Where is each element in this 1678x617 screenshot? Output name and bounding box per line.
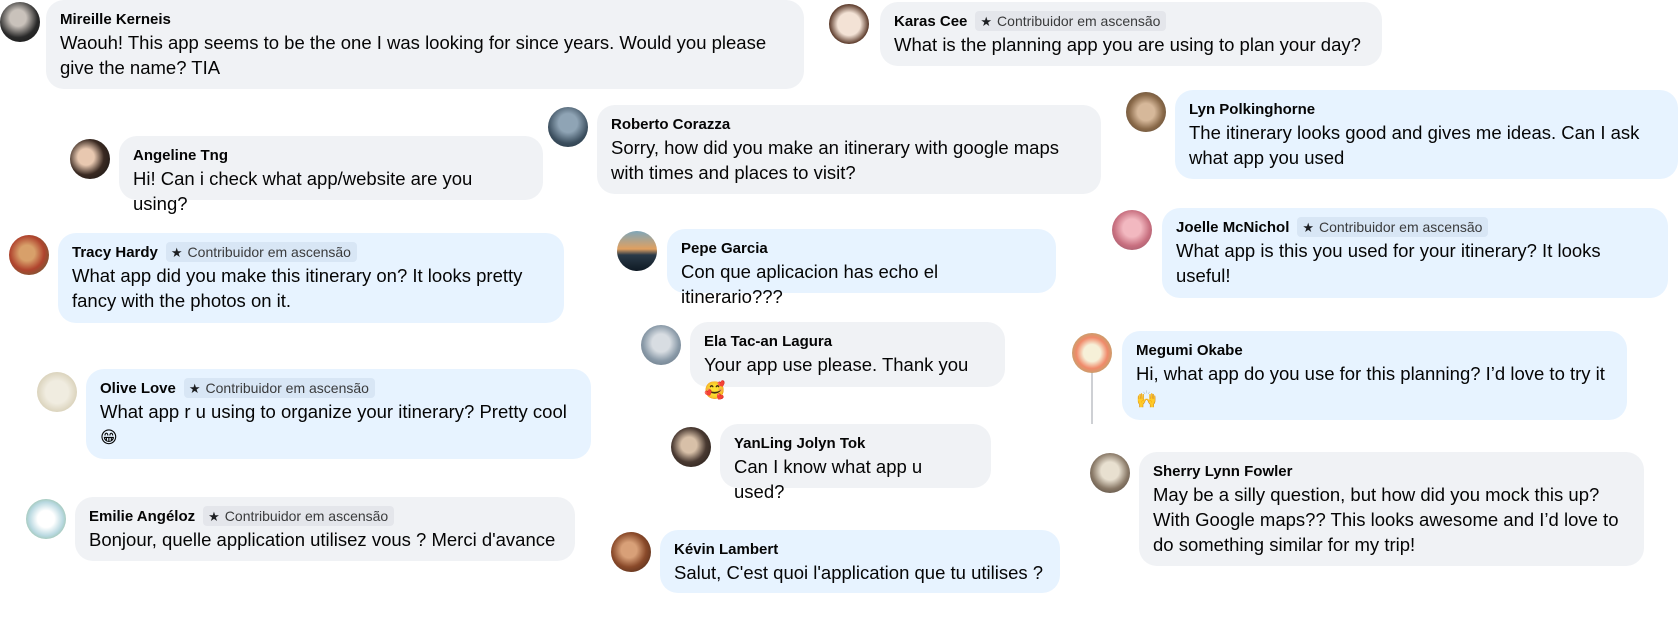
rising-contributor-badge: ★ Contribuidor em ascensão <box>1297 217 1489 237</box>
rising-contributor-badge: ★ Contribuidor em ascensão <box>165 242 357 262</box>
comment-text: Waouh! This app seems to be the one I wa… <box>60 32 767 78</box>
raising-hands-emoji: 🙌 <box>1136 390 1158 409</box>
commenter-name[interactable]: Tracy Hardy <box>72 244 158 261</box>
star-icon: ★ <box>1302 219 1315 235</box>
comment-bubble: Kévin Lambert Salut, C'est quoi l'applic… <box>660 530 1060 593</box>
avatar[interactable] <box>1072 333 1112 373</box>
avatar[interactable] <box>1112 210 1152 250</box>
commenter-name[interactable]: Pepe Garcia <box>681 240 768 257</box>
comment-bubble: Emilie Angéloz ★ Contribuidor em ascensão… <box>75 497 575 561</box>
commenter-name[interactable]: Angeline Tng <box>133 147 228 164</box>
comment-text: Your app use please. Thank you 🥰 <box>704 354 969 400</box>
rising-contributor-badge: ★ Contribuidor em ascensão <box>183 378 375 398</box>
commenter-name[interactable]: Lyn Polkinghorne <box>1189 101 1315 118</box>
avatar[interactable] <box>1126 92 1166 132</box>
comment-text: Sorry, how did you make an itinerary wit… <box>611 137 1059 183</box>
comment-bubble: Lyn Polkinghorne The itinerary looks goo… <box>1175 90 1678 179</box>
comment-text: Hi, what app do you use for this plannin… <box>1136 363 1605 409</box>
star-icon: ★ <box>980 13 993 29</box>
comment-bubble: Megumi Okabe Hi, what app do you use for… <box>1122 331 1627 420</box>
avatar[interactable] <box>829 4 869 44</box>
commenter-name[interactable]: Ela Tac-an Lagura <box>704 333 832 350</box>
avatar[interactable] <box>617 231 657 271</box>
avatar[interactable] <box>26 499 66 539</box>
comment-text: What app is this you used for your itine… <box>1176 240 1601 286</box>
avatar[interactable] <box>37 372 77 412</box>
comment-bubble: Sherry Lynn Fowler May be a silly questi… <box>1139 452 1644 566</box>
commenter-name[interactable]: Emilie Angéloz <box>89 508 195 525</box>
comment-bubble: Olive Love ★ Contribuidor em ascensão Wha… <box>86 369 591 459</box>
avatar[interactable] <box>1090 453 1130 493</box>
star-icon: ★ <box>208 508 220 524</box>
avatar[interactable] <box>671 427 711 467</box>
comment-text: Salut, C'est quoi l'application que tu u… <box>674 562 1044 583</box>
commenter-name[interactable]: Megumi Okabe <box>1136 342 1243 359</box>
reply-thread-line <box>1091 372 1093 424</box>
comment-text: Bonjour, quelle application utilisez vou… <box>89 529 556 550</box>
commenter-name[interactable]: Mireille Kerneis <box>60 11 171 28</box>
comment-text: Hi! Can i check what app/website are you… <box>133 168 473 214</box>
commenter-name[interactable]: Olive Love <box>100 380 176 397</box>
commenter-name[interactable]: Joelle McNichol <box>1176 219 1289 236</box>
star-icon: ★ <box>170 244 183 260</box>
comment-bubble: Karas Cee ★ Contribuidor em ascensão What… <box>880 2 1382 66</box>
comment-bubble: Ela Tac-an Lagura Your app use please. T… <box>690 322 1005 400</box>
commenter-name[interactable]: Kévin Lambert <box>674 541 778 558</box>
comment-bubble: Angeline Tng Hi! Can i check what app/we… <box>119 136 543 214</box>
comment-text: Can I know what app u used? <box>734 456 923 502</box>
comment-bubble: Mireille Kerneis Waouh! This app seems t… <box>46 0 804 89</box>
avatar[interactable] <box>9 235 49 275</box>
comment-bubble: Pepe Garcia Con que aplicacion has echo … <box>667 229 1056 307</box>
comment-text: May be a silly question, but how did you… <box>1153 484 1619 555</box>
avatar[interactable] <box>548 107 588 147</box>
comment-text: What app r u using to organize your itin… <box>100 401 567 447</box>
smiling-face-with-hearts-emoji: 🥰 <box>704 381 726 400</box>
comment-text: What is the planning app you are using t… <box>894 34 1361 55</box>
comment-text: The itinerary looks good and gives me id… <box>1189 122 1640 168</box>
comment-bubble: YanLing Jolyn Tok Can I know what app u … <box>720 424 991 502</box>
comment-text: Con que aplicacion has echo el itinerari… <box>681 261 939 307</box>
comment-bubble: Joelle McNichol ★ Contribuidor em ascensã… <box>1162 208 1668 298</box>
commenter-name[interactable]: Karas Cee <box>894 13 967 30</box>
commenter-name[interactable]: YanLing Jolyn Tok <box>734 435 865 452</box>
comment-bubble: Tracy Hardy ★ Contribuidor em ascensão Wh… <box>58 233 564 323</box>
star-icon: ★ <box>188 380 201 396</box>
commenter-name[interactable]: Sherry Lynn Fowler <box>1153 463 1292 480</box>
commenter-name[interactable]: Roberto Corazza <box>611 116 730 133</box>
avatar[interactable] <box>641 325 681 365</box>
avatar[interactable] <box>0 2 40 42</box>
beaming-face-emoji: 😁 <box>100 428 118 447</box>
avatar[interactable] <box>70 139 110 179</box>
comment-text: What app did you make this itinerary on?… <box>72 265 523 311</box>
rising-contributor-badge: ★ Contribuidor em ascensão <box>203 506 395 526</box>
avatar[interactable] <box>611 532 651 572</box>
rising-contributor-badge: ★ Contribuidor em ascensão <box>975 11 1167 31</box>
comment-bubble: Roberto Corazza Sorry, how did you make … <box>597 105 1101 194</box>
